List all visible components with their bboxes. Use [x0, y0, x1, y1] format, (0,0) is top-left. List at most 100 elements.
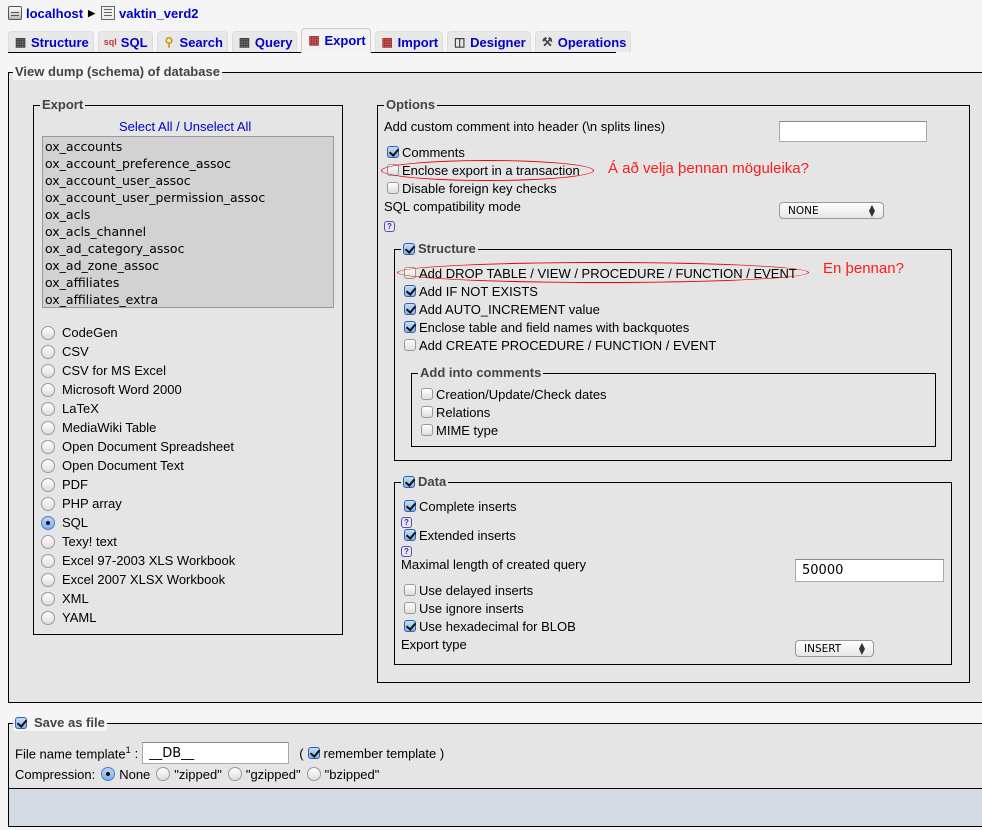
format-option[interactable]: Open Document Spreadsheet [41, 437, 235, 456]
format-radio[interactable] [41, 382, 55, 397]
create-procedure-option[interactable]: Add CREATE PROCEDURE / FUNCTION / EVENT [404, 336, 716, 354]
format-radio[interactable] [41, 344, 55, 359]
remember-template-checkbox[interactable] [307, 747, 320, 759]
table-option[interactable]: ox_ad_category_assoc [45, 240, 331, 257]
format-option[interactable]: SQL [41, 513, 235, 532]
format-radio[interactable] [41, 420, 55, 435]
delayed-inserts-option[interactable]: Use delayed inserts [404, 581, 533, 599]
format-option[interactable]: Microsoft Word 2000 [41, 380, 235, 399]
mime-option[interactable]: MIME type [421, 421, 498, 439]
format-radio[interactable] [41, 477, 55, 492]
table-option[interactable]: ox_account_user_assoc [45, 172, 331, 189]
format-option[interactable]: PDF [41, 475, 235, 494]
format-radio[interactable] [41, 591, 55, 606]
max-length-input[interactable] [795, 559, 944, 582]
complete-inserts-option[interactable]: Complete inserts [404, 497, 517, 515]
extended-inserts-checkbox[interactable] [404, 529, 416, 541]
compression-option[interactable]: "zipped" [156, 767, 222, 782]
if-not-exists-checkbox[interactable] [404, 285, 416, 297]
format-radio[interactable] [41, 553, 55, 568]
unselect-all-link[interactable]: Unselect All [183, 119, 251, 134]
table-option[interactable]: ox_ad_zone_assoc [45, 257, 331, 274]
structure-checkbox[interactable] [403, 243, 415, 255]
create-procedure-checkbox[interactable] [404, 339, 416, 351]
help-icon[interactable]: ? [384, 221, 395, 232]
database-name[interactable]: vaktin_verd2 [119, 6, 199, 21]
select-all-link[interactable]: Select All [119, 119, 172, 134]
disable-fk-checkbox[interactable] [387, 182, 399, 194]
help-icon[interactable]: ? [401, 546, 412, 557]
table-option[interactable]: ox_acls [45, 206, 331, 223]
tab-search[interactable]: ⚲ Search [156, 31, 228, 52]
disable-fk-option[interactable]: Disable foreign key checks [387, 179, 557, 197]
table-select-list[interactable]: ox_accounts ox_account_preference_assoc … [42, 136, 334, 308]
breadcrumb-database[interactable]: vaktin_verd2 [101, 6, 199, 21]
if-not-exists-option[interactable]: Add IF NOT EXISTS [404, 282, 538, 300]
format-radio[interactable] [41, 325, 55, 340]
format-radio[interactable] [41, 363, 55, 378]
comments-checkbox[interactable] [387, 146, 399, 158]
auto-increment-checkbox[interactable] [404, 303, 416, 315]
table-option[interactable]: ox_acls_channel [45, 223, 331, 240]
server-name[interactable]: localhost [26, 6, 83, 21]
table-option[interactable]: ox_account_preference_assoc [45, 155, 331, 172]
table-option[interactable]: ox_affiliates [45, 274, 331, 291]
compression-radio[interactable] [156, 767, 171, 781]
save-as-file-checkbox[interactable] [15, 717, 27, 729]
compat-mode-select[interactable]: NONE ▲ ▼ [779, 202, 884, 219]
complete-inserts-checkbox[interactable] [404, 500, 416, 512]
table-option[interactable]: ox_account_user_permission_assoc [45, 189, 331, 206]
format-option[interactable]: Texy! text [41, 532, 235, 551]
format-radio[interactable] [41, 534, 55, 549]
auto-increment-option[interactable]: Add AUTO_INCREMENT value [404, 300, 600, 318]
export-type-select[interactable]: INSERT ▲ ▼ [795, 640, 874, 657]
data-checkbox[interactable] [403, 476, 415, 488]
ignore-inserts-option[interactable]: Use ignore inserts [404, 599, 524, 617]
format-option[interactable]: MediaWiki Table [41, 418, 235, 437]
mime-checkbox[interactable] [421, 424, 433, 436]
format-radio[interactable] [41, 439, 55, 454]
format-option[interactable]: Excel 97-2003 XLS Workbook [41, 551, 235, 570]
format-option[interactable]: Open Document Text [41, 456, 235, 475]
format-option[interactable]: CSV for MS Excel [41, 361, 235, 380]
compression-option[interactable]: None [101, 767, 150, 782]
custom-comment-input[interactable] [779, 121, 927, 142]
backquotes-option[interactable]: Enclose table and field names with backq… [404, 318, 689, 336]
tab-import[interactable]: ▦ Import [374, 31, 444, 52]
tab-designer[interactable]: ◫ Designer [447, 31, 531, 52]
format-radio[interactable] [41, 401, 55, 416]
filename-template-input[interactable] [142, 742, 290, 764]
format-radio[interactable] [41, 496, 55, 511]
backquotes-checkbox[interactable] [404, 321, 416, 333]
format-option[interactable]: LaTeX [41, 399, 235, 418]
format-option[interactable]: YAML [41, 608, 235, 627]
format-radio[interactable] [41, 610, 55, 625]
ignore-inserts-checkbox[interactable] [404, 602, 416, 614]
delayed-inserts-checkbox[interactable] [404, 584, 416, 596]
extended-inserts-option[interactable]: Extended inserts [404, 526, 516, 544]
tab-sql[interactable]: sql SQL [97, 31, 153, 52]
relations-checkbox[interactable] [421, 406, 433, 418]
format-radio[interactable] [41, 458, 55, 473]
format-option[interactable]: CSV [41, 342, 235, 361]
compression-radio[interactable] [306, 767, 321, 781]
compression-option[interactable]: "bzipped" [306, 767, 379, 782]
format-option[interactable]: CodeGen [41, 323, 235, 342]
format-radio[interactable] [41, 572, 55, 587]
tab-structure[interactable]: ▦ Structure [8, 31, 94, 52]
breadcrumb-server[interactable]: localhost [8, 6, 83, 21]
tab-query[interactable]: ▦ Query [231, 31, 298, 52]
table-option[interactable]: ox_affiliates_extra [45, 291, 331, 307]
compression-radio[interactable] [101, 767, 116, 781]
compression-option[interactable]: "gzipped" [227, 767, 301, 782]
hex-blob-checkbox[interactable] [404, 620, 416, 632]
format-option[interactable]: PHP array [41, 494, 235, 513]
hex-blob-option[interactable]: Use hexadecimal for BLOB [404, 617, 576, 635]
format-option[interactable]: XML [41, 589, 235, 608]
tab-export[interactable]: ▦ Export [301, 28, 371, 53]
compression-radio[interactable] [227, 767, 242, 781]
tab-operations[interactable]: ⚒ Operations [534, 31, 632, 52]
comments-option[interactable]: Comments [387, 143, 465, 161]
relations-option[interactable]: Relations [421, 403, 490, 421]
dates-option[interactable]: Creation/Update/Check dates [421, 385, 607, 403]
